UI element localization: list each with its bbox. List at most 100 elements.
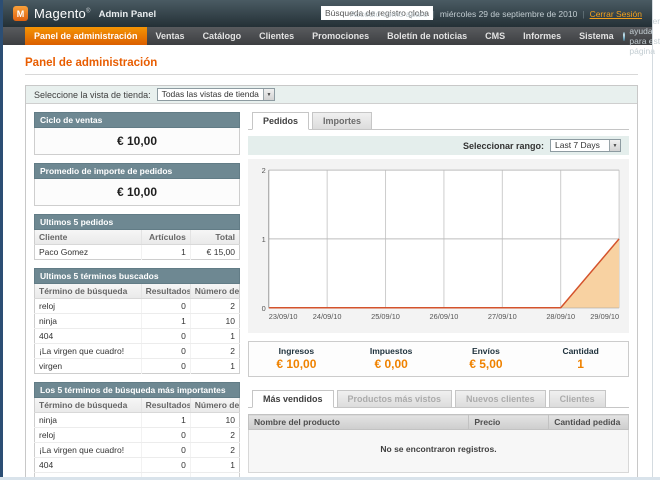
nav-item-sistema[interactable]: Sistema [570,27,623,45]
tab-nuevos-clientes[interactable]: Nuevos clientes [455,390,546,408]
stat-value: 1 [533,357,628,371]
lifetime-sales-value: € 10,00 [34,128,240,155]
tab-m-s-vendidos[interactable]: Más vendidos [252,390,334,408]
cell: 10 [190,314,239,329]
main-nav: Panel de administraciónVentasCatálogoCli… [3,27,652,45]
cell: virgen [35,359,142,374]
table-row[interactable]: ¡La virgen que cuadro!02 [35,344,240,359]
nav-item-bolet-n-de-noticias[interactable]: Boletín de noticias [378,27,476,45]
cell: 0 [141,329,190,344]
store-view-selected: Todas las vistas de tienda [158,89,263,100]
table-row[interactable]: ¡La virgen que cuadro!02 [35,443,240,458]
range-select[interactable]: Last 7 Days ▼ [550,139,621,152]
cell: 2 [190,443,239,458]
orders-chart: 01223/09/1024/09/1025/09/1026/09/1027/09… [251,162,626,330]
cell: 1 [190,458,239,473]
table-row[interactable]: ninja110 [35,314,240,329]
table-row[interactable]: reloj02 [35,299,240,314]
stat-label: Envíos [439,346,534,356]
nav-item-informes[interactable]: Informes [514,27,570,45]
last-orders-table: Cliente Artículos Total Paco Gomez1€ 15,… [34,230,240,260]
stat-env-os: Envíos€ 5,00 [439,346,534,371]
dashboard-columns: Ciclo de ventas € 10,00 Promedio de impo… [26,104,637,480]
page-title: Panel de administración [25,57,638,75]
page: M Magento® Admin Panel Accedió como apar… [3,0,652,480]
logout-link[interactable]: Cerrar Sesión [590,9,642,19]
nav-items: Panel de administraciónVentasCatálogoCli… [25,27,623,45]
last-search-terms-table: Término de búsqueda Resultados Número de… [34,284,240,374]
window-right-border [652,0,653,477]
tab-pedidos[interactable]: Pedidos [252,112,309,130]
table-row[interactable]: reloj02 [35,428,240,443]
column-header: Cliente [35,230,142,245]
table-row[interactable]: 40401 [35,458,240,473]
range-selected: Last 7 Days [551,140,609,151]
stat-impuestos: Impuestos€ 0,00 [344,346,439,371]
help-globe-icon [623,32,626,41]
table-row[interactable]: 40401 [35,329,240,344]
tab-importes[interactable]: Importes [312,112,372,130]
card-title: Ultimos 5 términos buscados [34,268,240,284]
column-header: Cantidad pedida [549,415,629,430]
average-orders-card: Promedio de importe de pedidos € 10,00 [34,163,240,206]
column-header: Término de búsqueda [35,284,142,299]
cell: ninja [35,413,142,428]
help-link[interactable]: Obtener ayuda para esta página [623,27,660,45]
magento-logo: M Magento® Admin Panel [13,6,156,21]
nav-item-clientes[interactable]: Clientes [250,27,303,45]
last-search-terms-card: Ultimos 5 términos buscados Término de b… [34,268,240,374]
svg-text:29/09/10: 29/09/10 [590,312,619,321]
current-date: miércoles 29 de septiembre de 2010 [440,9,578,19]
cell: ninja [35,314,142,329]
stat-label: Impuestos [344,346,439,356]
chart-area: 01223/09/1024/09/1025/09/1026/09/1027/09… [248,159,629,333]
content-area: Panel de administración Seleccione la vi… [3,45,652,480]
cell: 0 [141,458,190,473]
dropdown-arrow-icon: ▼ [263,89,274,100]
magento-logo-icon: M [13,6,28,21]
svg-text:26/09/10: 26/09/10 [430,312,459,321]
stat-ingresos: Ingresos€ 10,00 [249,346,344,371]
nav-item-promociones[interactable]: Promociones [303,27,378,45]
stat-value: € 0,00 [344,357,439,371]
svg-text:24/09/10: 24/09/10 [313,312,342,321]
column-header: Resultados [141,284,190,299]
cell: 0 [141,299,190,314]
nav-item-ventas[interactable]: Ventas [147,27,194,45]
dashboard-container: Seleccione la vista de tienda: Todas las… [25,85,638,480]
tab-productos-m-s-vistos[interactable]: Productos más vistos [337,390,453,408]
empty-message: No se encontraron registros. [249,430,629,473]
store-view-select[interactable]: Todas las vistas de tienda ▼ [157,88,275,101]
bottom-tabs: Más vendidosProductos más vistosNuevos c… [248,390,629,408]
cell: 2 [190,299,239,314]
tab-clientes[interactable]: Clientes [549,390,606,408]
svg-text:2: 2 [262,166,266,175]
table-row[interactable]: ninja110 [35,413,240,428]
orders-amounts-tabs: Pedidos Importes [248,112,629,130]
average-orders-value: € 10,00 [34,179,240,206]
nav-item-cms[interactable]: CMS [476,27,514,45]
range-label: Seleccionar rango: [463,141,544,151]
table-row[interactable]: virgen01 [35,359,240,374]
column-header: Artículos [141,230,190,245]
nav-item-panel-de-administraci-n[interactable]: Panel de administración [25,27,147,45]
stat-label: Ingresos [249,346,344,356]
empty-row: No se encontraron registros. [249,430,629,473]
top-search-terms-table: Término de búsqueda Resultados Número de… [34,398,240,480]
last-orders-card: Ultimos 5 pedidos Cliente Artículos Tota… [34,214,240,260]
range-bar: Seleccionar rango: Last 7 Days ▼ [248,136,629,155]
table-row[interactable]: Paco Gomez1€ 15,00 [35,245,240,260]
nav-item-cat-logo[interactable]: Catálogo [194,27,251,45]
svg-text:27/09/10: 27/09/10 [488,312,517,321]
column-header: Número de usos [190,398,239,413]
store-view-label: Seleccione la vista de tienda: [34,90,151,100]
store-view-bar: Seleccione la vista de tienda: Todas las… [26,86,637,104]
card-title: Ciclo de ventas [34,112,240,128]
cell: 0 [141,443,190,458]
svg-text:23/09/10: 23/09/10 [269,312,298,321]
lifetime-sales-card: Ciclo de ventas € 10,00 [34,112,240,155]
cell: reloj [35,299,142,314]
brand-text: Magento [34,6,86,21]
dashboard-right-column: Pedidos Importes Seleccionar rango: Last… [248,112,629,473]
card-title: Los 5 términos de búsqueda más important… [34,382,240,398]
